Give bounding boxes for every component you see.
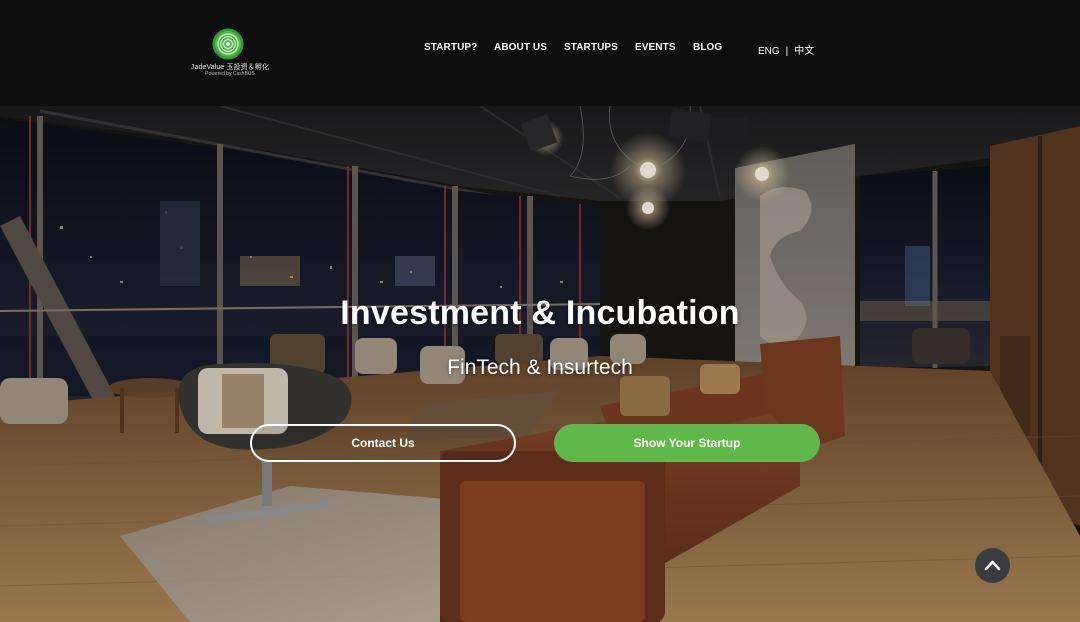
lang-english[interactable]: ENG <box>758 46 780 57</box>
nav-item-events[interactable]: EVENTS <box>635 42 676 53</box>
nav-item-about-us[interactable]: ABOUT US <box>494 42 547 53</box>
nav-item-startup[interactable]: STARTUP? <box>424 42 477 53</box>
lang-separator: | <box>785 46 789 57</box>
hero-subtitle: FinTech & Insurtech <box>447 356 633 379</box>
scroll-to-top-button[interactable] <box>975 548 1010 583</box>
nav-item-startups[interactable]: STARTUPS <box>564 42 618 53</box>
hero-section: Investment & Incubation FinTech & Insurt… <box>0 106 1080 622</box>
brand-tagline: Powered by CashBUS <box>205 71 255 77</box>
page: JadeValue 玉投资＆孵化 Powered by CashBUS STAR… <box>0 0 1080 622</box>
jade-ring-logo-icon <box>212 28 244 60</box>
brand-logo[interactable]: JadeValue 玉投资＆孵化 Powered by CashBUS <box>190 28 269 84</box>
language-switcher: ENG | 中文 <box>758 42 814 57</box>
show-your-startup-button[interactable]: Show Your Startup <box>554 424 820 462</box>
hero-title: Investment & Incubation <box>340 294 740 332</box>
site-header: JadeValue 玉投资＆孵化 Powered by CashBUS STAR… <box>0 0 1080 106</box>
chevron-up-icon <box>984 560 1001 571</box>
contact-us-button[interactable]: Contact Us <box>250 424 516 462</box>
nav-item-blog[interactable]: BLOG <box>693 42 722 53</box>
lang-chinese[interactable]: 中文 <box>794 46 814 57</box>
